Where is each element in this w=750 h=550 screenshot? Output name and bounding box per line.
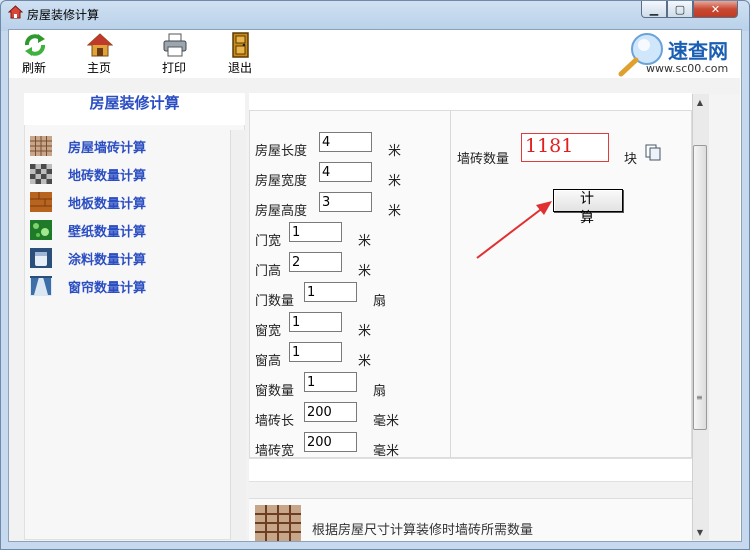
copy-icon[interactable] xyxy=(645,144,662,161)
home-icon xyxy=(87,33,113,57)
field-label-door-height: 门高 xyxy=(255,264,282,279)
curtain-icon xyxy=(30,276,52,296)
sidebar-item-label: 窗帘数量计算 xyxy=(68,281,147,296)
tile-length-input[interactable] xyxy=(304,402,357,422)
sidebar-item-curtain[interactable]: 窗帘数量计算 xyxy=(30,275,230,297)
field-unit: 米 xyxy=(358,324,372,339)
field-unit: 米 xyxy=(358,234,372,249)
close-icon: ✕ xyxy=(710,2,721,16)
exit-door-icon xyxy=(232,32,249,58)
refresh-button[interactable]: 刷新 xyxy=(9,32,59,76)
door-height-input[interactable] xyxy=(289,252,342,272)
wall-tile-icon xyxy=(30,136,52,156)
refresh-label: 刷新 xyxy=(21,61,46,75)
maximize-button[interactable]: ▢ xyxy=(667,1,693,18)
exit-button[interactable]: 退出 xyxy=(215,32,265,76)
print-button[interactable]: 打印 xyxy=(149,32,199,76)
refresh-icon xyxy=(25,34,45,56)
result-unit: 块 xyxy=(624,152,638,167)
window-count-input[interactable] xyxy=(304,372,357,392)
app-house-icon xyxy=(8,5,23,19)
door-width-input[interactable] xyxy=(289,222,342,242)
brand-url: www.sc00.com xyxy=(646,62,729,75)
field-unit: 毫米 xyxy=(373,414,400,429)
sidebar-title: 房屋装修计算 xyxy=(24,93,245,125)
room-length-input[interactable] xyxy=(319,132,372,152)
form-header-strip xyxy=(249,93,692,110)
form-divider xyxy=(450,110,451,458)
title-bar[interactable]: 房屋装修计算 xyxy=(1,1,747,23)
sidebar-item-label: 房屋墙砖计算 xyxy=(68,141,147,156)
door-count-input[interactable] xyxy=(304,282,357,302)
field-unit: 米 xyxy=(388,204,402,219)
wallpaper-icon xyxy=(30,220,52,240)
field-label-door-count: 门数量 xyxy=(255,294,295,309)
field-unit: 毫米 xyxy=(373,444,400,459)
minimize-button[interactable]: ▁ xyxy=(641,1,667,18)
field-label-room-length: 房屋长度 xyxy=(255,144,308,159)
scroll-down-icon[interactable]: ▼ xyxy=(692,525,708,540)
field-label-tile-length: 墙砖长 xyxy=(255,414,295,429)
sidebar-item-wall-tile[interactable]: 房屋墙砖计算 xyxy=(30,135,230,157)
sidebar-item-wood-floor[interactable]: 地板数量计算 xyxy=(30,191,230,213)
right-gutter xyxy=(709,94,740,540)
field-unit: 米 xyxy=(358,264,372,279)
sidebar-item-floor-tile[interactable]: 地砖数量计算 xyxy=(30,163,230,185)
result-value: 1181 xyxy=(521,133,609,162)
home-button[interactable]: 主页 xyxy=(74,32,124,76)
field-label-window-height: 窗高 xyxy=(255,354,282,369)
wood-floor-icon xyxy=(30,192,52,212)
brand-name: 速查网 xyxy=(668,39,728,63)
calculate-button[interactable]: 计 算 xyxy=(553,189,623,226)
sidebar-item-label: 壁纸数量计算 xyxy=(68,225,147,240)
red-arrow-annotation xyxy=(476,201,552,259)
sidebar-item-label: 地砖数量计算 xyxy=(68,169,147,184)
tile-width-input[interactable] xyxy=(304,432,357,452)
field-label-room-width: 房屋宽度 xyxy=(255,174,308,189)
minimize-icon: ▁ xyxy=(649,2,659,16)
field-unit: 米 xyxy=(358,354,372,369)
field-unit: 扇 xyxy=(373,294,387,309)
sidebar-item-paint[interactable]: 涂料数量计算 xyxy=(30,247,230,269)
room-width-input[interactable] xyxy=(319,162,372,182)
floor-tile-icon xyxy=(30,164,52,184)
close-button[interactable]: ✕ xyxy=(693,1,738,18)
sidebar-item-label: 地板数量计算 xyxy=(68,197,147,212)
calculator-description: 根据房屋尺寸计算装修时墙砖所需数量 xyxy=(312,523,534,538)
window-title: 房屋装修计算 xyxy=(27,8,100,22)
field-unit: 扇 xyxy=(373,384,387,399)
field-label-window-count: 窗数量 xyxy=(255,384,295,399)
sidebar-scroll-track[interactable] xyxy=(230,130,246,540)
scroll-thumb[interactable] xyxy=(693,145,707,430)
sidebar-panel xyxy=(24,93,245,540)
result-label: 墙砖数量 xyxy=(457,152,510,167)
field-unit: 米 xyxy=(388,144,402,159)
window-height-input[interactable] xyxy=(289,342,342,362)
sidebar-item-label: 涂料数量计算 xyxy=(68,253,147,268)
field-unit: 米 xyxy=(388,174,402,189)
printer-icon xyxy=(163,33,187,57)
paint-icon xyxy=(30,248,52,268)
room-height-input[interactable] xyxy=(319,192,372,212)
print-label: 打印 xyxy=(161,61,186,75)
field-label-room-height: 房屋高度 xyxy=(255,204,308,219)
maximize-icon: ▢ xyxy=(674,2,686,16)
exit-label: 退出 xyxy=(227,61,252,75)
field-label-tile-width: 墙砖宽 xyxy=(255,444,295,459)
field-label-door-width: 门宽 xyxy=(255,234,282,249)
field-label-window-width: 窗宽 xyxy=(255,324,282,339)
scroll-grip-icon: ≡ xyxy=(696,393,703,402)
sidebar-item-wallpaper[interactable]: 壁纸数量计算 xyxy=(30,219,230,241)
section-separator xyxy=(249,458,692,482)
window-width-input[interactable] xyxy=(289,312,342,332)
home-label: 主页 xyxy=(86,61,111,75)
wall-tile-preview-icon xyxy=(255,505,301,541)
scroll-up-icon[interactable]: ▲ xyxy=(692,95,708,110)
